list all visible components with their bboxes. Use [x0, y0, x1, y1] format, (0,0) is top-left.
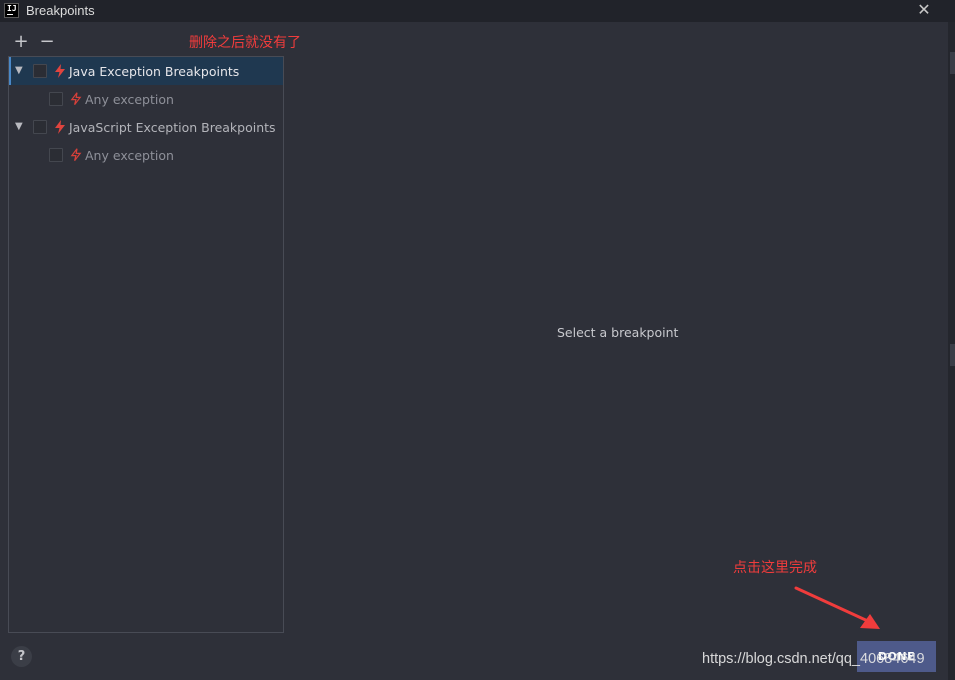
csdn-watermark: https://blog.csdn.net/qq_40684649 — [702, 651, 925, 667]
tree-row-label: Any exception — [85, 92, 174, 107]
remove-breakpoint-button[interactable]: − — [39, 32, 55, 52]
breakpoint-checkbox[interactable] — [33, 120, 47, 134]
scroll-marker — [950, 344, 955, 366]
lightning-bolt-icon — [55, 120, 65, 134]
breakpoint-checkbox[interactable] — [33, 64, 47, 78]
annotation-arrow-icon — [794, 586, 880, 629]
annotation-click-here-note: 点击这里完成 — [733, 560, 817, 576]
tree-row-any-exception-javascript[interactable]: Any exception — [9, 141, 283, 169]
expand-arrow-icon[interactable]: ▼ — [15, 66, 25, 76]
breakpoints-dialog: IJ Breakpoints ✕ + − 删除之后就没有了 ▼ Java Exc… — [0, 0, 955, 680]
details-empty-message: Select a breakpoint — [557, 325, 679, 340]
lightning-bolt-icon — [55, 64, 65, 78]
annotation-deleted-note: 删除之后就没有了 — [189, 35, 301, 51]
tree-row-javascript-exception-breakpoints[interactable]: ▼ JavaScript Exception Breakpoints — [9, 113, 283, 141]
add-breakpoint-button[interactable]: + — [13, 32, 29, 52]
close-icon[interactable]: ✕ — [914, 1, 934, 21]
help-button[interactable]: ? — [11, 646, 32, 667]
lightning-bolt-outline-icon — [70, 148, 82, 161]
tree-row-label: Java Exception Breakpoints — [69, 64, 240, 79]
breakpoint-checkbox[interactable] — [49, 148, 63, 162]
breakpoint-checkbox[interactable] — [49, 92, 63, 106]
title-bar: IJ Breakpoints ✕ — [0, 0, 955, 22]
right-scrollbar[interactable] — [948, 22, 955, 680]
tree-row-java-exception-breakpoints[interactable]: ▼ Java Exception Breakpoints — [9, 57, 283, 85]
lightning-bolt-outline-icon — [70, 92, 82, 105]
tree-row-any-exception-java[interactable]: Any exception — [9, 85, 283, 113]
tree-row-label: JavaScript Exception Breakpoints — [69, 120, 276, 135]
scroll-marker — [950, 52, 955, 74]
tree-row-label: Any exception — [85, 148, 174, 163]
expand-arrow-icon[interactable]: ▼ — [15, 122, 25, 132]
window-title: Breakpoints — [26, 3, 95, 18]
breakpoints-tree: ▼ Java Exception Breakpoints Any excepti… — [8, 56, 284, 633]
intellij-app-icon: IJ — [4, 3, 19, 18]
